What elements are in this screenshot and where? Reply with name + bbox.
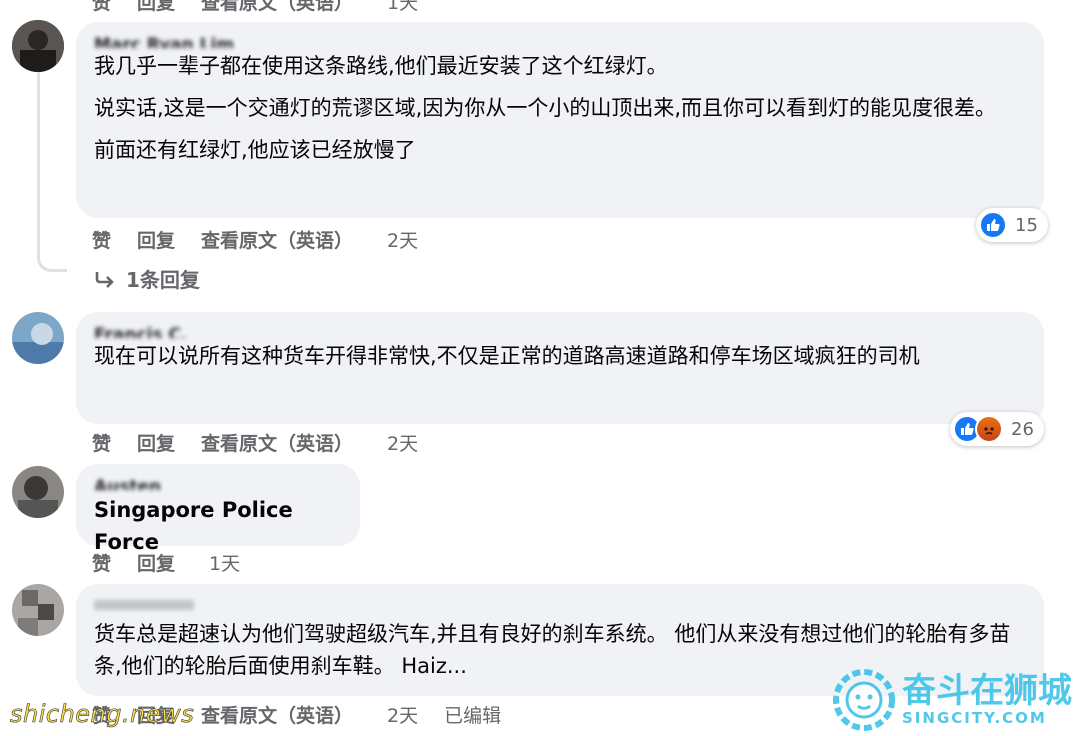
- reply-button[interactable]: 回复: [137, 0, 175, 15]
- comment-actions: 赞 回复 1天: [92, 549, 266, 576]
- comment-paragraph: 说实话,这是一个交通灯的荒谬区域,因为你从一个小的山顶出来,而且你可以看到灯的能…: [94, 96, 997, 120]
- see-original-button[interactable]: 查看原文（英语）: [201, 701, 353, 728]
- avatar[interactable]: [12, 466, 64, 518]
- watermark-singcity: 奋斗在狮城 SINGCITY.COM: [832, 668, 1072, 732]
- watermark-shicheng: shicheng.news: [10, 700, 195, 729]
- top-comment-actions: 赞 回复 查看原文（英语） 1天: [92, 0, 444, 15]
- see-original-button[interactable]: 查看原文（英语）: [201, 0, 353, 15]
- comment-time: 2天: [387, 230, 419, 252]
- comment-paragraph: 前面还有红绿灯,他应该已经放慢了: [94, 138, 416, 162]
- reaction-count: 26: [1011, 418, 1034, 440]
- like-button[interactable]: 赞: [92, 0, 111, 15]
- reaction-summary[interactable]: 26: [950, 412, 1044, 446]
- view-replies-label: 1条回复: [126, 268, 200, 292]
- commenter-name[interactable]: Austen: [94, 476, 342, 490]
- like-button[interactable]: 赞: [92, 549, 111, 576]
- angry-reaction-icon: [975, 415, 1003, 443]
- comment-time: 2天: [387, 433, 419, 455]
- commenter-name[interactable]: [94, 600, 194, 610]
- see-original-button[interactable]: 查看原文（英语）: [201, 226, 353, 253]
- like-reaction-icon: [979, 211, 1007, 239]
- commenter-name[interactable]: Francis C.: [94, 324, 1026, 338]
- comment-bubble: Marc Ryan Lim 我几乎一辈子都在使用这条路线,他们最近安装了这个红绿…: [76, 22, 1044, 218]
- avatar[interactable]: [12, 20, 64, 72]
- view-replies-link[interactable]: 1条回复: [94, 264, 200, 293]
- comment-time: 1天: [387, 0, 419, 14]
- comment-time: 1天: [209, 553, 241, 575]
- comment-actions: 赞 回复 查看原文（英语） 2天: [92, 226, 444, 253]
- like-button[interactable]: 赞: [92, 429, 111, 456]
- watermark-domain-text: SINGCITY.COM: [902, 709, 1047, 727]
- reply-arrow-icon: [95, 271, 114, 288]
- avatar-image: [12, 466, 64, 518]
- watermark-brand-text: 奋斗在狮城: [902, 671, 1072, 711]
- edited-label: 已编辑: [444, 705, 502, 727]
- avatar-image: [12, 20, 64, 72]
- thread-elbow: [37, 248, 67, 272]
- avatar[interactable]: [12, 312, 64, 364]
- comment-bubble: Francis C. 现在可以说所有这种货车开得非常快,不仅是正常的道路高速道路…: [76, 312, 1044, 424]
- reply-button[interactable]: 回复: [137, 549, 175, 576]
- commenter-name[interactable]: Marc Ryan Lim: [94, 34, 1026, 48]
- reaction-summary[interactable]: 15: [976, 208, 1048, 242]
- comment-time: 2天: [387, 705, 419, 727]
- reply-button[interactable]: 回复: [137, 226, 175, 253]
- comment-actions: 赞 回复 查看原文（英语） 2天: [92, 429, 444, 456]
- reply-button[interactable]: 回复: [137, 429, 175, 456]
- lion-logo-icon: [833, 669, 895, 731]
- reaction-count: 15: [1015, 214, 1038, 236]
- comment-bubble: Austen Singapore Police Force: [76, 464, 360, 554]
- like-button[interactable]: 赞: [92, 226, 111, 253]
- avatar-image: [12, 584, 64, 636]
- avatar-image: [12, 312, 64, 364]
- comment-text: 现在可以说所有这种货车开得非常快,不仅是正常的道路高速道路和停车场区域疯狂的司机: [94, 340, 1026, 372]
- comment-paragraph: 我几乎一辈子都在使用这条路线,他们最近安装了这个红绿灯。: [94, 54, 668, 78]
- avatar[interactable]: [12, 584, 64, 636]
- see-original-button[interactable]: 查看原文（英语）: [201, 429, 353, 456]
- thread-line: [37, 70, 40, 250]
- comment-text: 我几乎一辈子都在使用这条路线,他们最近安装了这个红绿灯。 说实话,这是一个交通灯…: [94, 50, 1026, 166]
- comment-paragraph: 现在可以说所有这种货车开得非常快,不仅是正常的道路高速道路和停车场区域疯狂的司机: [94, 344, 920, 368]
